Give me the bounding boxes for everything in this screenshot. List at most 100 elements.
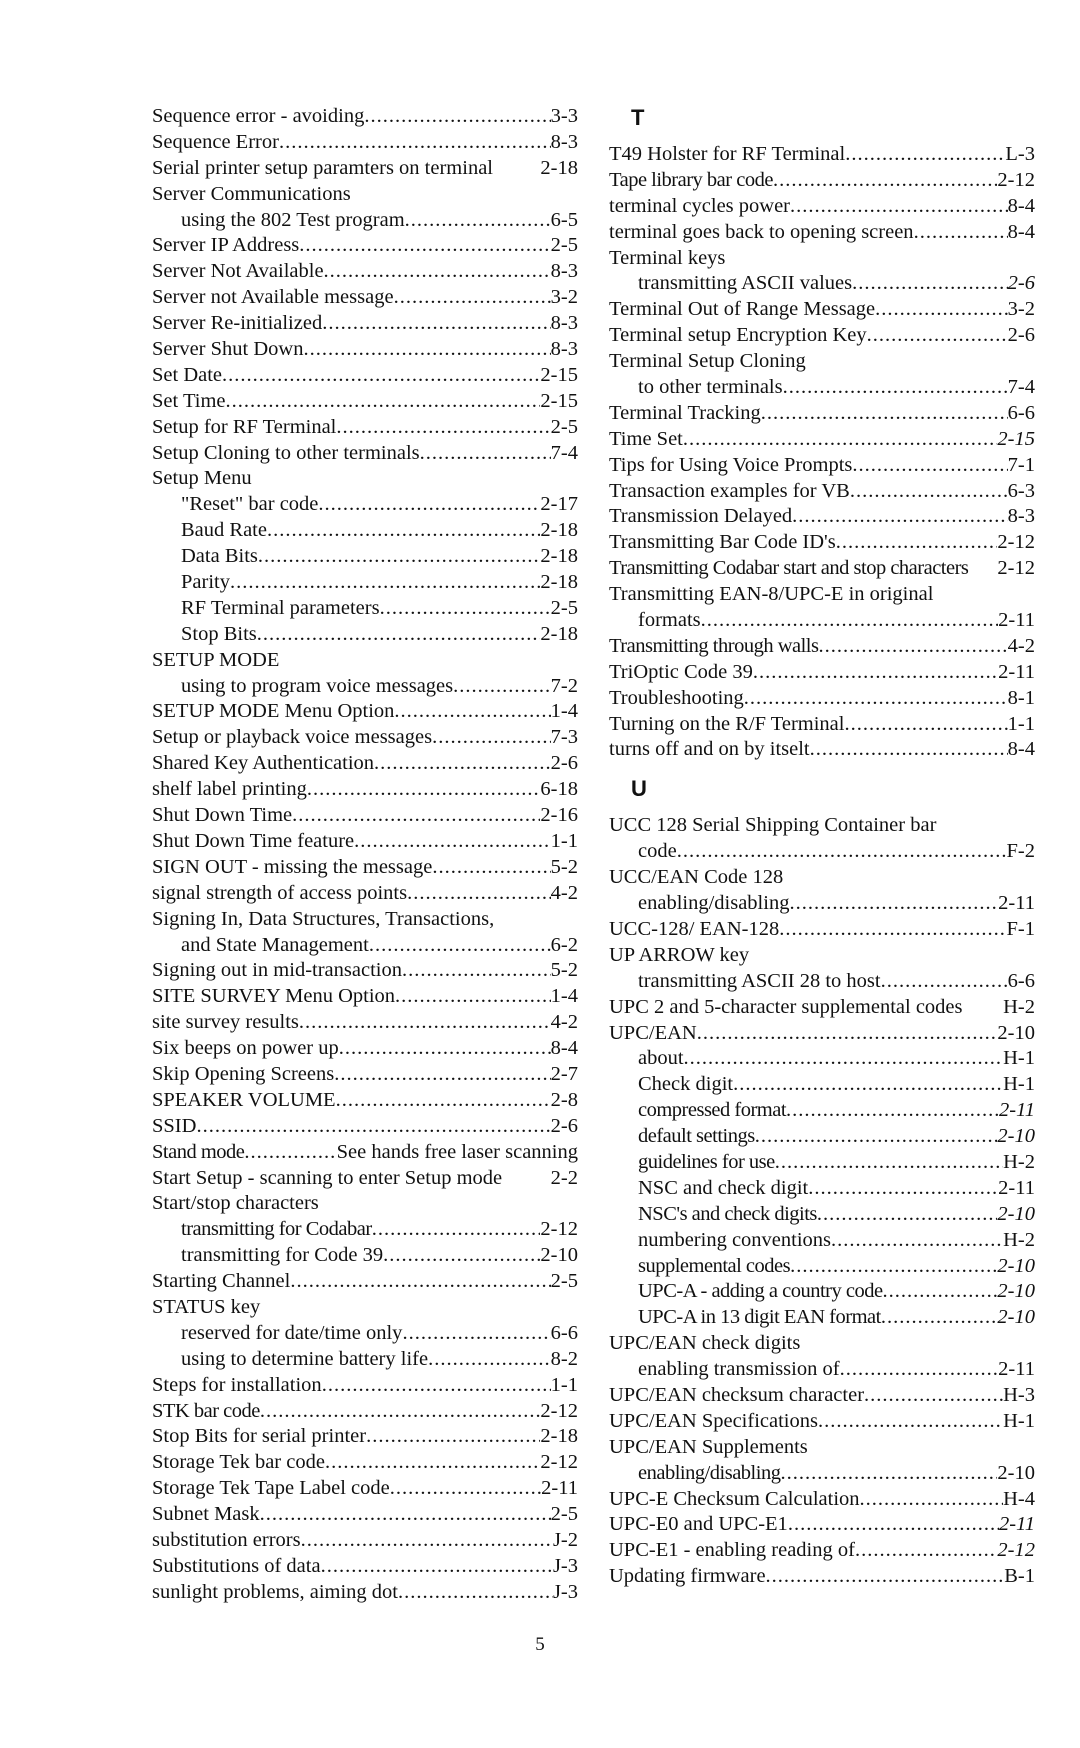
index-entry: Start Setup - scanning to enter Setup mo… — [152, 1166, 578, 1192]
dot-leader — [789, 891, 998, 917]
index-term: Transmitting Codabar start and stop char… — [609, 557, 969, 580]
index-entry: Server Re-initialized 8-3 — [152, 311, 578, 337]
page-reference: 4-2 — [1007, 634, 1035, 657]
page-reference: 8-3 — [550, 312, 578, 335]
index-term: enabling/disabling — [638, 892, 790, 915]
index-term: Server Communications — [152, 182, 351, 205]
index-term: Sequence error - avoiding — [152, 105, 365, 127]
index-entry: UPC/EAN checksum character H-3 — [609, 1383, 1035, 1409]
dot-leader — [701, 608, 999, 634]
index-term: SSID — [152, 1114, 197, 1137]
page-reference: 2-18 — [540, 156, 578, 179]
dot-leader — [322, 1373, 551, 1399]
dot-leader — [196, 1114, 550, 1140]
section-letter-heading: T — [631, 105, 645, 130]
page-reference: 2-11 — [998, 609, 1035, 632]
index-term: Substitutions of data — [152, 1554, 321, 1577]
index-entry: UPC 2 and 5-character supplemental codes… — [609, 995, 1035, 1021]
index-term: Troubleshooting — [609, 686, 744, 709]
index-term: UPC/EAN Supplements — [609, 1435, 808, 1458]
dot-leader — [881, 969, 1008, 995]
index-entry: enabling transmission of 2-11 — [609, 1357, 1035, 1383]
dot-leader — [334, 1062, 550, 1088]
index-term: Server not Available message — [152, 286, 394, 309]
page-reference: 5-2 — [550, 855, 578, 878]
page-reference: 2-6 — [1007, 272, 1035, 295]
index-term: Tips for Using Voice Prompts — [609, 453, 853, 476]
index-entry: Subnet Mask 2-5 — [152, 1502, 578, 1528]
index-term: to other terminals — [638, 376, 783, 399]
index-term: UCC-128/ EAN-128 — [609, 917, 780, 940]
dot-leader — [864, 1383, 1003, 1409]
index-term: Shut Down Time feature — [152, 829, 355, 852]
section-letter-heading: U — [631, 776, 647, 802]
dot-leader — [883, 1279, 998, 1305]
dot-leader — [875, 297, 1008, 323]
index-entry: Turning on the R/F Terminal 1-1 — [609, 712, 1035, 738]
index-column-left: Sequence error - avoiding 3-3 Sequence Err… — [152, 104, 578, 1606]
index-term: Sequence Error — [152, 130, 279, 153]
index-entry: Transmission Delayed 8-3 — [609, 504, 1035, 530]
page-reference: 6-3 — [1007, 479, 1035, 502]
page-reference: 2-5 — [550, 415, 578, 438]
dot-leader — [810, 737, 1008, 763]
dot-leader — [301, 1528, 553, 1554]
page-reference: 2-18 — [540, 571, 578, 594]
page-reference: 8-4 — [1007, 220, 1035, 243]
index-term: Baud Rate — [181, 519, 267, 542]
index-term: default settings — [638, 1125, 755, 1148]
page-reference: 4-2 — [550, 881, 578, 904]
index-term: enabling transmission of — [638, 1358, 840, 1381]
index-term: signal strength of access points — [152, 881, 408, 904]
index-term: Tape library bar code — [609, 168, 773, 191]
dot-leader — [855, 1538, 997, 1564]
index-entry: guidelines for use H-2 — [609, 1150, 1035, 1176]
index-term: Storage Tek Tape Label code — [152, 1477, 390, 1500]
index-term: UCC 128 Serial Shipping Container bar — [609, 814, 937, 837]
index-term: numbering conventions — [638, 1228, 832, 1251]
index-entry: using to determine battery life 8-2 — [152, 1347, 578, 1373]
index-entry: Terminal Tracking 6-6 — [609, 401, 1035, 427]
index-term: NSC's and check digits — [638, 1202, 817, 1225]
dot-leader — [394, 699, 550, 725]
dot-leader — [852, 271, 1008, 297]
page-reference: 2-10 — [540, 1244, 578, 1267]
index-entry: Terminal setup Encryption Key 2-6 — [609, 323, 1035, 349]
page-reference: 2-18 — [540, 519, 578, 542]
page-reference: 1-4 — [550, 700, 578, 723]
dot-leader — [831, 1228, 1003, 1254]
page-reference: 6-18 — [540, 778, 578, 801]
page-reference: 3-2 — [1007, 298, 1035, 321]
page-reference: 2-18 — [540, 622, 578, 645]
index-term: site survey results — [152, 1011, 299, 1034]
index-term: SPEAKER VOLUME — [152, 1088, 336, 1111]
dot-leader — [867, 323, 1008, 349]
index-entry: reserved for date/time only 6-6 — [152, 1321, 578, 1347]
dot-leader — [817, 1202, 998, 1228]
index-term: UPC/EAN check digits — [609, 1332, 801, 1355]
page-reference: 2-10 — [997, 1461, 1035, 1484]
page-reference: 2-5 — [550, 596, 578, 619]
page-reference: 2-10 — [997, 1280, 1035, 1303]
index-entry: Serial printer setup paramters on termin… — [152, 156, 578, 182]
index-entry: Set Time 2-15 — [152, 389, 578, 415]
index-entry: UPC/EAN 2-10 — [609, 1021, 1035, 1047]
page-reference: 2-10 — [997, 1125, 1035, 1148]
index-heading-entry: UP ARROW key — [609, 943, 1035, 969]
index-entry: sunlight problems, aiming dot J-3 — [152, 1580, 578, 1606]
index-term: UPC-E1 - enabling reading of — [609, 1539, 855, 1562]
dot-leader — [808, 1176, 998, 1202]
index-term: UP ARROW key — [609, 943, 750, 966]
index-entry: to other terminals 7-4 — [609, 375, 1035, 401]
page-reference: 2-12 — [997, 168, 1035, 191]
index-entry: Transmitting Codabar start and stop char… — [609, 556, 1035, 582]
index-entry: Server not Available message 3-2 — [152, 285, 578, 311]
page-reference: 2-18 — [540, 545, 578, 568]
index-entry: SIGN OUT - missing the message 5-2 — [152, 855, 578, 881]
dot-leader — [230, 570, 540, 596]
index-term: Parity — [181, 571, 230, 594]
index-term: turns off and on by itselt — [609, 738, 810, 761]
index-entry: site survey results 4-2 — [152, 1010, 578, 1036]
index-term: shelf label printing — [152, 778, 307, 801]
index-entry: using to program voice messages 7-2 — [152, 674, 578, 700]
